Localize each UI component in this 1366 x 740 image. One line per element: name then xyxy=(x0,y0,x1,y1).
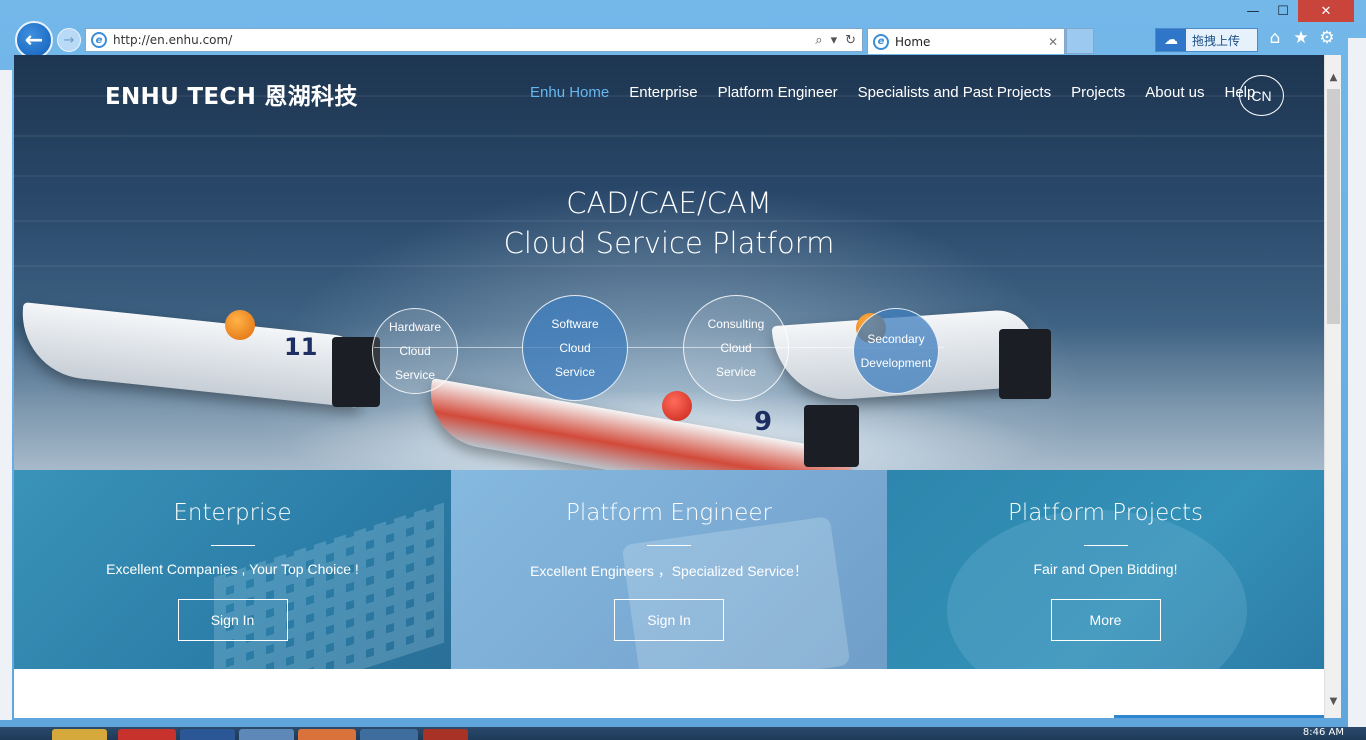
site-logo[interactable]: ENHU TECH 恩湖科技 xyxy=(105,77,358,111)
building-image xyxy=(214,502,444,669)
service-label: Consulting xyxy=(707,317,765,331)
search-icon[interactable]: ⌕ xyxy=(815,33,822,48)
service-label: Service xyxy=(554,365,595,379)
outboard-engine xyxy=(804,405,859,467)
service-software-cloud[interactable]: Software Cloud Service xyxy=(522,295,628,401)
hand-image xyxy=(947,510,1247,669)
tab-close-icon[interactable]: ✕ xyxy=(1048,35,1064,49)
taskbar-app-icon[interactable] xyxy=(423,729,468,740)
taskbar-ie-icon[interactable] xyxy=(239,729,294,740)
boat-number: 11 xyxy=(284,333,318,361)
service-hardware-cloud[interactable]: Hardware Cloud Service xyxy=(372,308,458,394)
taskbar-folder-icon[interactable] xyxy=(52,729,107,740)
nav-item-home[interactable]: Enhu Home xyxy=(530,84,609,101)
panel-text: Excellent Companies , Your Top Choice ! xyxy=(106,561,359,577)
language-button[interactable]: CN xyxy=(1239,75,1284,116)
hero-title-line2: Cloud Service Platform xyxy=(503,226,835,260)
feature-panels: Enterprise Excellent Companies , Your To… xyxy=(14,470,1324,669)
service-label: Cloud xyxy=(559,341,591,355)
tab-home[interactable]: e Home ✕ xyxy=(867,28,1065,54)
panel-divider xyxy=(210,545,255,546)
service-label: Secondary xyxy=(867,332,925,346)
service-label: Cloud xyxy=(399,344,431,358)
panel-text: Fair and Open Bidding! xyxy=(1033,561,1178,577)
forward-button[interactable]: → xyxy=(57,28,81,52)
nav-item-specialists[interactable]: Specialists and Past Projects xyxy=(858,84,1051,101)
panel-divider xyxy=(647,545,691,546)
upload-button[interactable]: ☁ 拖拽上传 xyxy=(1155,28,1258,52)
url-text[interactable]: http://en.enhu.com/ xyxy=(113,33,815,47)
outboard-engine xyxy=(999,329,1051,399)
status-strip xyxy=(1114,715,1324,718)
helmet-image xyxy=(662,391,692,421)
service-label: Development xyxy=(860,356,932,370)
water-texture xyxy=(14,175,1324,177)
tab-title: Home xyxy=(895,34,931,49)
gear-icon[interactable]: ⚙ xyxy=(1318,28,1336,48)
enterprise-sign-in-button[interactable]: Sign In xyxy=(177,599,288,641)
close-icon[interactable]: ✕ xyxy=(1298,0,1354,22)
taskbar-app-icon[interactable] xyxy=(118,729,176,740)
address-tools: ⌕ ▾ ↻ xyxy=(815,33,862,48)
service-label: Cloud xyxy=(720,341,752,355)
back-button[interactable]: ← xyxy=(15,21,53,59)
panel-text: Excellent Engineers ，Specialized Service… xyxy=(530,563,808,579)
desktop-edge xyxy=(1348,38,1366,728)
maximize-icon[interactable]: ☐ xyxy=(1268,0,1298,22)
engineer-sign-in-button[interactable]: Sign In xyxy=(614,599,724,641)
nav-item-about[interactable]: About us xyxy=(1145,84,1204,101)
panel-title: Platform Projects xyxy=(1008,500,1203,526)
cloud-icon: ☁ xyxy=(1156,29,1186,51)
upload-label: 拖拽上传 xyxy=(1192,33,1241,48)
address-bar[interactable]: e http://en.enhu.com/ ⌕ ▾ ↻ xyxy=(85,28,863,52)
hero-title: CAD/CAE/CAM Cloud Service Platform xyxy=(14,183,1324,263)
vertical-scrollbar[interactable]: ▲ ▼ xyxy=(1324,55,1341,718)
ie-icon: e xyxy=(91,32,107,48)
main-nav: Enhu Home Enterprise Platform Engineer S… xyxy=(530,84,1255,101)
service-label: Service xyxy=(715,365,756,379)
browser-toolbar-icons: ⌂ ★ ⚙ xyxy=(1266,28,1336,48)
water-texture xyxy=(14,265,1324,267)
desktop-edge-left xyxy=(0,70,12,720)
service-label: Service xyxy=(394,368,435,382)
service-consulting-cloud[interactable]: Consulting Cloud Service xyxy=(683,295,789,401)
panel-title: Platform Engineer xyxy=(566,500,772,526)
window-controls: — ☐ ✕ xyxy=(1238,0,1354,24)
tablet-image xyxy=(621,516,851,669)
taskbar-app-icon[interactable] xyxy=(298,729,356,740)
helmet-image xyxy=(225,310,255,340)
taskbar-clock[interactable]: 8:46 AM xyxy=(1303,727,1344,738)
minimize-icon[interactable]: — xyxy=(1238,0,1268,22)
nav-item-platform-engineer[interactable]: Platform Engineer xyxy=(718,84,838,101)
nav-item-projects[interactable]: Projects xyxy=(1071,84,1125,101)
hero-banner: 11 9 ENHU TECH 恩湖科技 Enhu Home Enterprise… xyxy=(14,55,1324,470)
platform-engineer-panel: Platform Engineer Excellent Engineers ，S… xyxy=(451,470,887,669)
water-texture xyxy=(14,135,1324,137)
projects-more-button[interactable]: More xyxy=(1050,599,1161,641)
refresh-icon[interactable]: ↻ xyxy=(845,33,856,48)
new-tab-button[interactable] xyxy=(1066,28,1094,54)
star-icon[interactable]: ★ xyxy=(1292,28,1310,48)
nav-item-enterprise[interactable]: Enterprise xyxy=(629,84,697,101)
page-viewport: 11 9 ENHU TECH 恩湖科技 Enhu Home Enterprise… xyxy=(14,55,1341,718)
ie-icon: e xyxy=(873,33,889,50)
platform-projects-panel: Platform Projects Fair and Open Bidding!… xyxy=(887,470,1324,669)
taskbar-word-icon[interactable] xyxy=(180,729,235,740)
chevron-down-icon[interactable]: ▾ xyxy=(831,33,838,48)
panel-title: Enterprise xyxy=(173,500,292,526)
panel-divider xyxy=(1083,545,1128,546)
hero-title-line1: CAD/CAE/CAM xyxy=(566,186,772,220)
scroll-down-icon[interactable]: ▼ xyxy=(1325,693,1341,710)
service-secondary-development[interactable]: Secondary Development xyxy=(853,308,939,394)
enterprise-panel: Enterprise Excellent Companies , Your To… xyxy=(14,470,451,669)
boat-number: 9 xyxy=(754,407,773,437)
scroll-up-icon[interactable]: ▲ xyxy=(1325,69,1341,86)
browser-window: — ☐ ✕ ← → e http://en.enhu.com/ ⌕ ▾ ↻ e … xyxy=(0,0,1366,740)
home-icon[interactable]: ⌂ xyxy=(1266,28,1284,48)
service-label: Software xyxy=(551,317,599,331)
taskbar: 8:46 AM xyxy=(0,727,1366,740)
service-label: Hardware xyxy=(388,320,442,334)
taskbar-app-icon[interactable] xyxy=(360,729,418,740)
scroll-thumb[interactable] xyxy=(1327,89,1340,324)
